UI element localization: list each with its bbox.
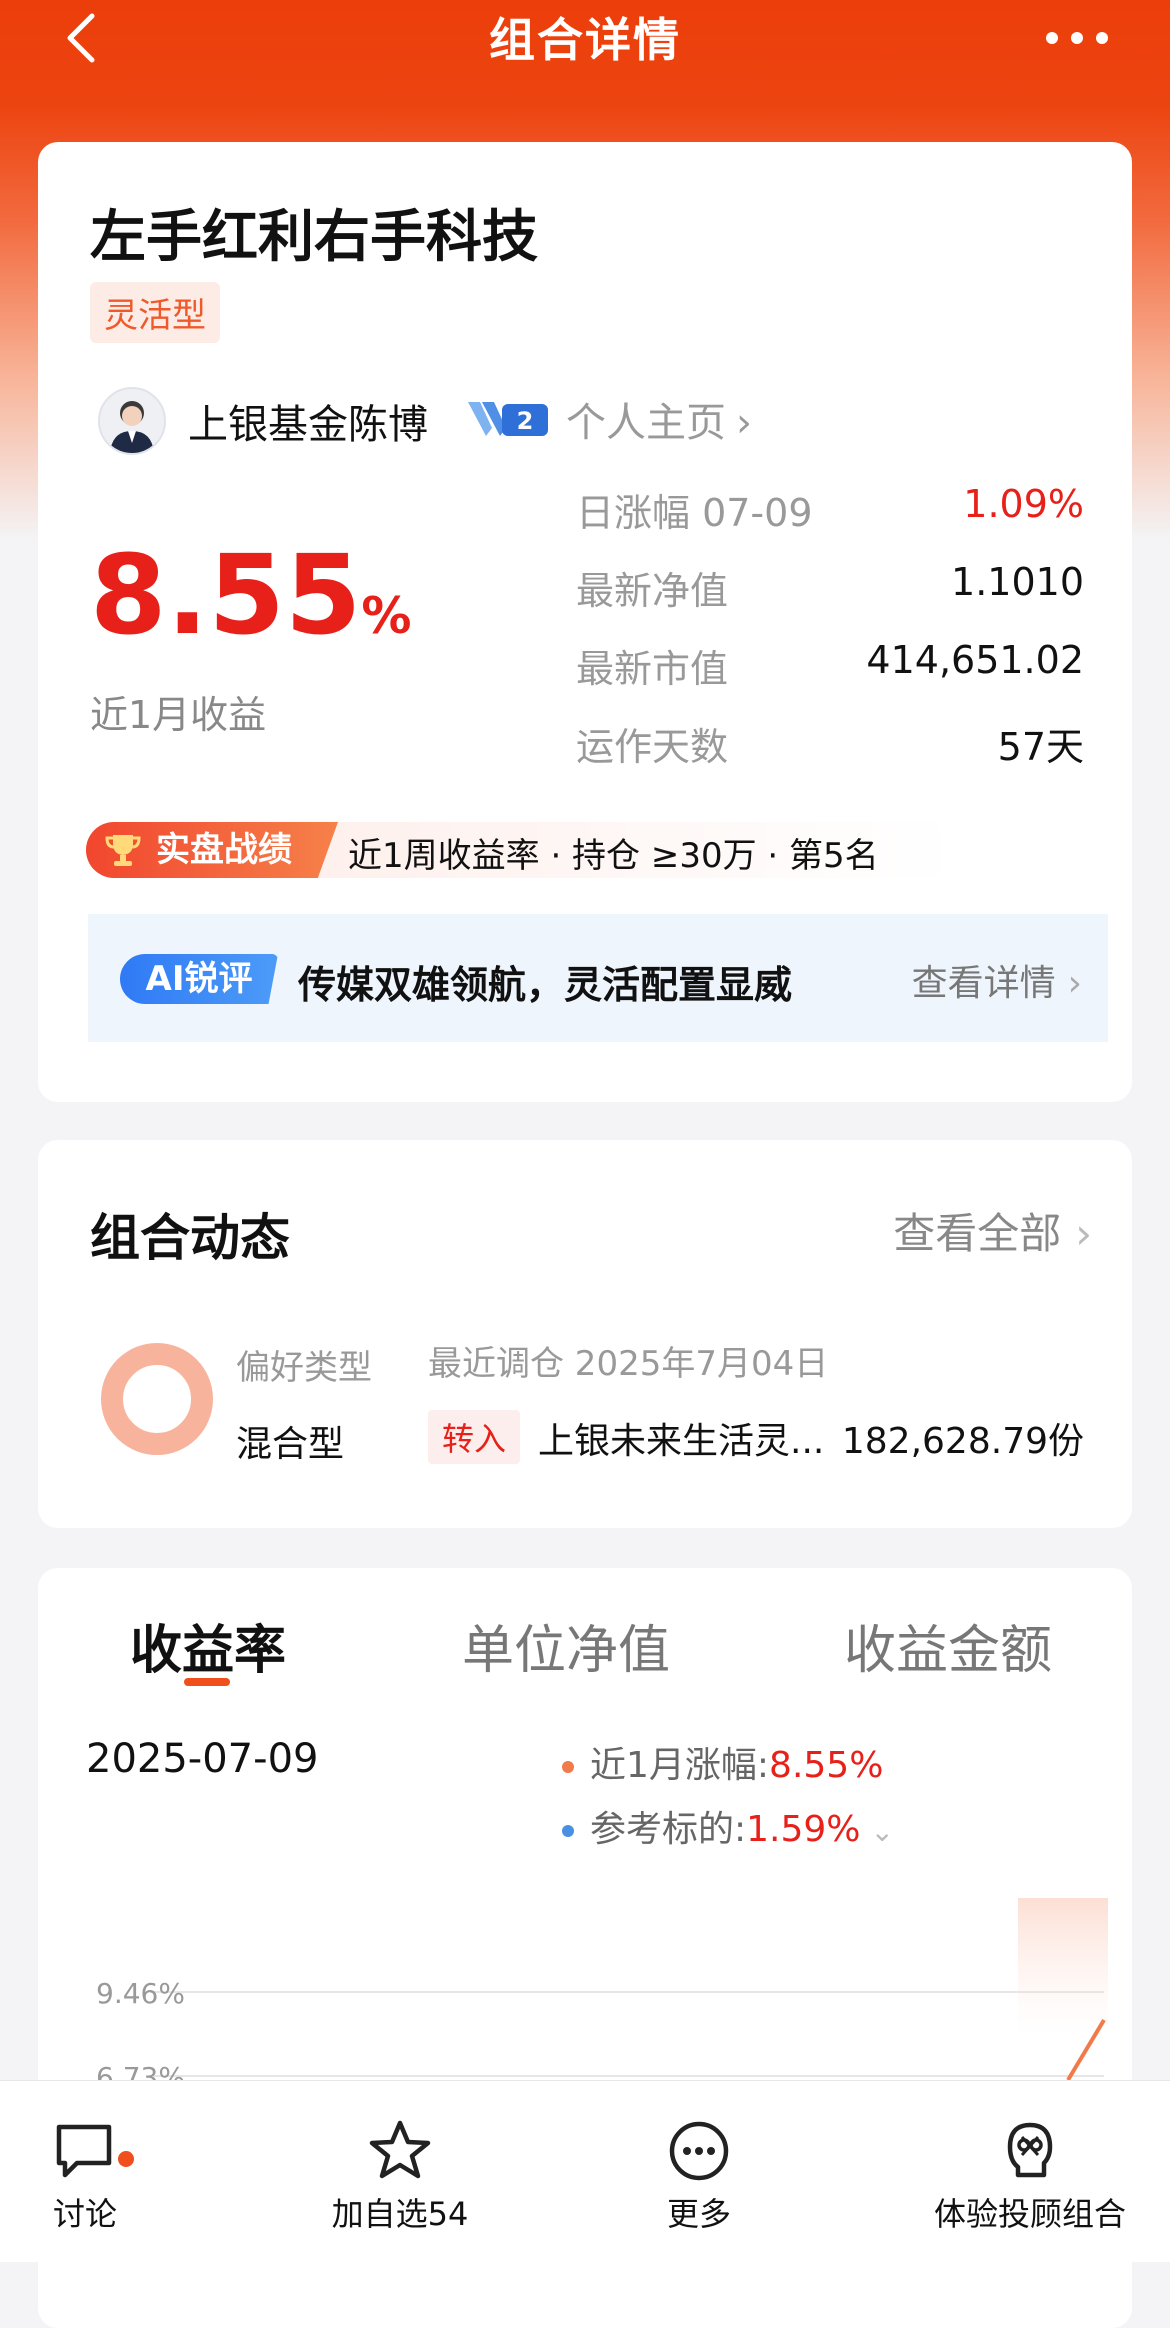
advisor-icon xyxy=(1007,2122,1053,2178)
more-horizontal-icon[interactable] xyxy=(1042,22,1112,54)
trophy-icon xyxy=(105,835,141,866)
chevron-right-icon: › xyxy=(1075,1209,1092,1258)
stat-operating-days: 运作天数 57天 xyxy=(576,716,1084,794)
stat-label: 运作天数 xyxy=(576,725,729,769)
preference-label: 偏好类型 xyxy=(236,1348,372,1388)
month-return-unit: % xyxy=(361,587,412,645)
nav-more[interactable]: 更多 xyxy=(634,2081,764,2262)
portfolio-name: 左手红利右手科技 xyxy=(90,205,538,270)
preference-value: 混合型 xyxy=(236,1424,345,1465)
preference-donut-chart xyxy=(101,1343,213,1455)
avatar[interactable] xyxy=(98,387,166,455)
chart-highlight-area xyxy=(1018,1898,1108,2038)
chat-bubble-icon xyxy=(56,2124,112,2178)
tab-return-amount[interactable]: 收益金额 xyxy=(844,1608,1052,1683)
rank-banner[interactable]: 实盘战绩 近1周收益率 · 持仓 ≥30万 · 第5名 xyxy=(86,822,956,878)
view-all-label: 查看全部 xyxy=(893,1209,1062,1258)
nav-label: 更多 xyxy=(666,2195,731,2233)
legend-dot xyxy=(562,1761,574,1773)
legend-dot xyxy=(562,1825,574,1837)
legend-label: 参考标的: xyxy=(590,1809,747,1850)
nav-add-watchlist[interactable]: 加自选54 xyxy=(320,2081,480,2262)
stat-daily-change: 日涨幅 07-09 1.09% xyxy=(576,482,1084,560)
view-all-link[interactable]: 查看全部 › xyxy=(893,1200,1092,1261)
stat-latest-nav: 最新净值 1.1010 xyxy=(576,560,1084,638)
month-return-label: 近1月收益 xyxy=(90,693,267,737)
chart-date: 2025-07-09 xyxy=(86,1736,319,1782)
rank-badge: 实盘战绩 xyxy=(86,822,338,878)
nav-label: 讨论 xyxy=(52,2195,117,2233)
active-tab-indicator xyxy=(184,1678,230,1686)
fund-units: 182,628.79份 xyxy=(841,1421,1084,1462)
stat-market-value: 最新市值 414,651.02 xyxy=(576,638,1084,716)
stat-label: 最新净值 xyxy=(576,569,729,613)
more-circle-icon xyxy=(669,2121,729,2181)
legend-value: 8.55% xyxy=(769,1745,884,1786)
star-icon xyxy=(369,2120,431,2179)
rank-badge-label: 实盘战绩 xyxy=(156,830,292,870)
dynamics-card: 组合动态 查看全部 › 偏好类型 混合型 最近调仓 2025年7月04日 转入 上… xyxy=(38,1140,1132,1528)
chevron-down-icon[interactable]: ⌄ xyxy=(871,1815,894,1848)
bottom-nav-bar: 讨论 加自选54 更多 体验投顾组合 xyxy=(0,2080,1170,2262)
action-tag: 转入 xyxy=(428,1410,521,1464)
stat-label: 最新市值 xyxy=(576,647,729,691)
profile-link-label: 个人主页 xyxy=(566,400,726,446)
chevron-right-icon: › xyxy=(1067,963,1082,1004)
month-return-number: 8.55 xyxy=(90,531,362,659)
last-rebalance-date: 最近调仓 2025年7月04日 xyxy=(428,1344,829,1384)
fund-name[interactable]: 上银未来生活灵... xyxy=(538,1412,824,1464)
legend-item-portfolio: 近1月涨幅:8.55% xyxy=(562,1736,883,1788)
section-title: 组合动态 xyxy=(90,1209,290,1267)
ai-review-badge: AI锐评 xyxy=(120,954,278,1004)
stat-value: 414,651.02 xyxy=(866,638,1084,682)
stat-label: 日涨幅 07-09 xyxy=(576,491,813,535)
nav-advisor-portfolio[interactable]: 体验投顾组合 xyxy=(920,2081,1140,2262)
nav-label: 加自选54 xyxy=(331,2195,469,2233)
portfolio-summary-card: 左手红利右手科技 灵活型 上银基金陈博 2 个人主页 › 8.55% 近1月收益 … xyxy=(38,142,1132,1102)
legend-label: 近1月涨幅: xyxy=(590,1745,770,1786)
nav-header: 组合详情 xyxy=(0,0,1170,80)
person-icon xyxy=(110,401,154,453)
y-tick-label: 9.46% xyxy=(96,1977,185,2010)
ai-review-link-label: 查看详情 xyxy=(911,963,1056,1004)
stat-value: 1.09% xyxy=(963,482,1084,526)
stat-value: 57天 xyxy=(997,725,1084,769)
svg-text:2: 2 xyxy=(517,407,534,435)
level-badge-icon: 2 xyxy=(468,402,548,436)
ai-review-box[interactable]: AI锐评 传媒双雄领航，灵活配置显威 查看详情 › xyxy=(88,914,1108,1042)
manager-name[interactable]: 上银基金陈博 xyxy=(188,392,428,450)
stats-list: 日涨幅 07-09 1.09% 最新净值 1.1010 最新市值 414,651… xyxy=(576,482,1084,794)
notification-dot xyxy=(118,2151,134,2167)
ai-review-link[interactable]: 查看详情 › xyxy=(912,954,1082,1006)
rank-description: 近1周收益率 · 持仓 ≥30万 · 第5名 xyxy=(348,836,879,876)
month-return-value: 8.55% xyxy=(90,540,412,650)
portfolio-type-tag: 灵活型 xyxy=(90,282,220,343)
stat-value: 1.1010 xyxy=(951,560,1084,604)
profile-link[interactable]: 个人主页 › xyxy=(566,390,752,448)
tab-return-rate[interactable]: 收益率 xyxy=(130,1608,286,1683)
legend-item-benchmark[interactable]: 参考标的:1.59% ⌄ xyxy=(562,1800,894,1852)
nav-discussion[interactable]: 讨论 xyxy=(20,2081,150,2262)
legend-value: 1.59% xyxy=(746,1809,861,1850)
page-title: 组合详情 xyxy=(489,13,681,67)
nav-label: 体验投顾组合 xyxy=(933,2195,1126,2233)
ai-review-text: 传媒双雄领航，灵活配置显威 xyxy=(298,963,793,1007)
tab-unit-nav[interactable]: 单位净值 xyxy=(462,1608,670,1683)
chevron-right-icon: › xyxy=(736,400,752,446)
